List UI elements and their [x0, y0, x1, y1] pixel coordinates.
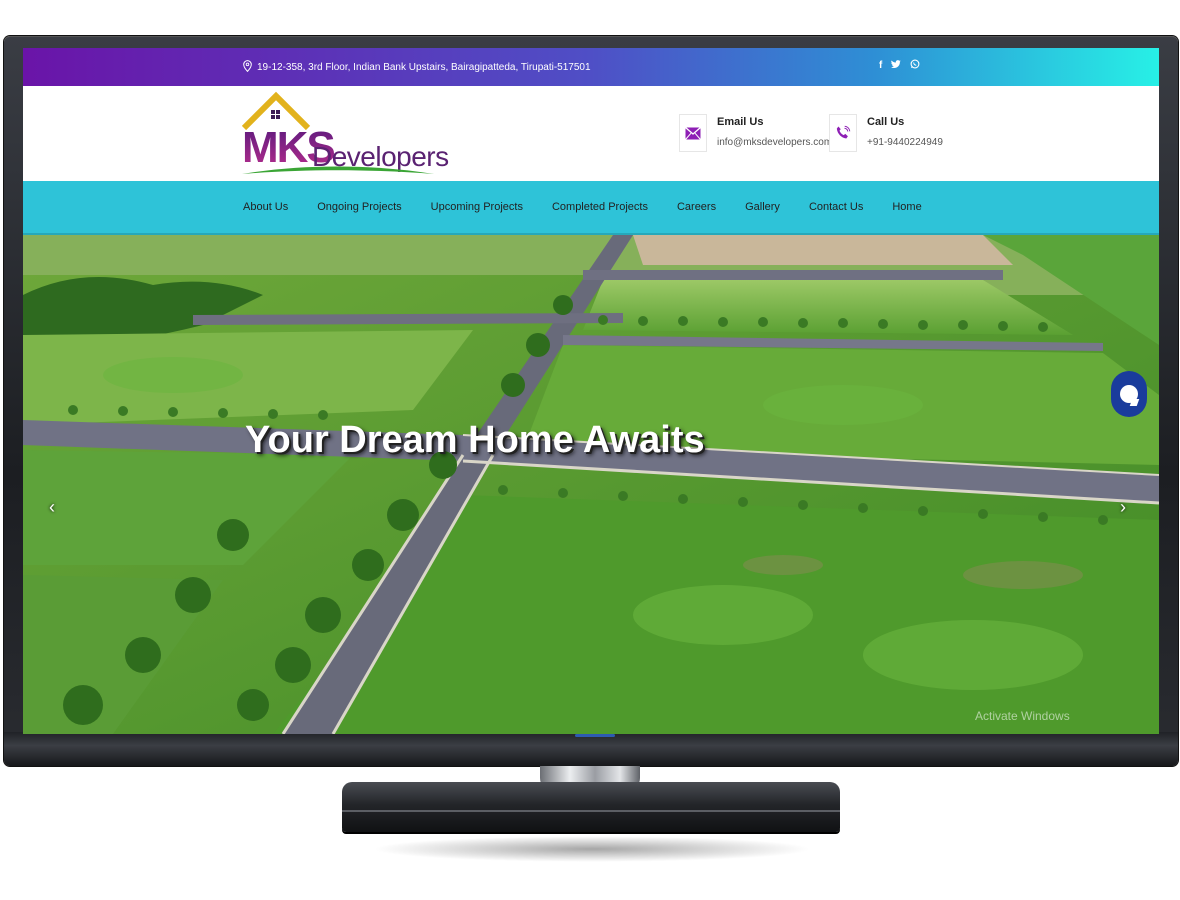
main-navigation: About Us Ongoing Projects Upcoming Proje… [23, 181, 1159, 235]
email-title: Email Us [717, 116, 764, 128]
site-header: MKS Developers Email Us info@mksdevelope… [23, 86, 1159, 181]
nav-about-us[interactable]: About Us [243, 201, 288, 213]
logo-swoosh [242, 166, 434, 174]
call-contact: Call Us +91-9440224949 [829, 114, 943, 152]
hero-slider: Your Dream Home Awaits ‹ › Activate Wind… [23, 235, 1159, 734]
facebook-icon[interactable]: f [879, 60, 882, 72]
company-logo[interactable]: MKS Developers [242, 90, 449, 176]
slider-prev-arrow[interactable]: ‹ [49, 497, 55, 518]
address-block: 19-12-358, 3rd Floor, Indian Bank Upstai… [243, 60, 591, 75]
email-value[interactable]: info@mksdevelopers.com [717, 137, 832, 148]
activate-windows-watermark: Activate Windows [975, 709, 1070, 723]
nav-careers[interactable]: Careers [677, 201, 716, 213]
nav-ongoing-projects[interactable]: Ongoing Projects [317, 201, 401, 213]
tv-stand-base [342, 782, 840, 832]
tv-power-led [575, 734, 615, 737]
twitter-icon[interactable] [891, 59, 902, 73]
call-title: Call Us [867, 116, 905, 128]
nav-gallery[interactable]: Gallery [745, 201, 780, 213]
chat-widget-button[interactable] [1111, 371, 1147, 417]
nav-home[interactable]: Home [892, 201, 921, 213]
email-contact: Email Us info@mksdevelopers.com [679, 114, 832, 152]
whatsapp-icon[interactable] [910, 59, 920, 73]
nav-completed-projects[interactable]: Completed Projects [552, 201, 648, 213]
website-screen: 19-12-358, 3rd Floor, Indian Bank Upstai… [23, 48, 1159, 734]
hero-aerial-image [23, 235, 1159, 734]
address-text: 19-12-358, 3rd Floor, Indian Bank Upstai… [257, 62, 591, 73]
phone-icon [829, 114, 857, 152]
hero-title: Your Dream Home Awaits [245, 419, 705, 461]
nav-contact-us[interactable]: Contact Us [809, 201, 863, 213]
chat-bubble-icon [1120, 385, 1138, 403]
slider-next-arrow[interactable]: › [1120, 497, 1126, 518]
tv-stand-shadow [372, 836, 812, 862]
top-info-bar: 19-12-358, 3rd Floor, Indian Bank Upstai… [23, 48, 1159, 86]
tv-bottom-strip [4, 732, 1178, 766]
map-pin-icon [243, 60, 252, 75]
email-icon [679, 114, 707, 152]
call-value[interactable]: +91-9440224949 [867, 137, 943, 148]
nav-upcoming-projects[interactable]: Upcoming Projects [431, 201, 523, 213]
social-links: f [879, 59, 920, 73]
